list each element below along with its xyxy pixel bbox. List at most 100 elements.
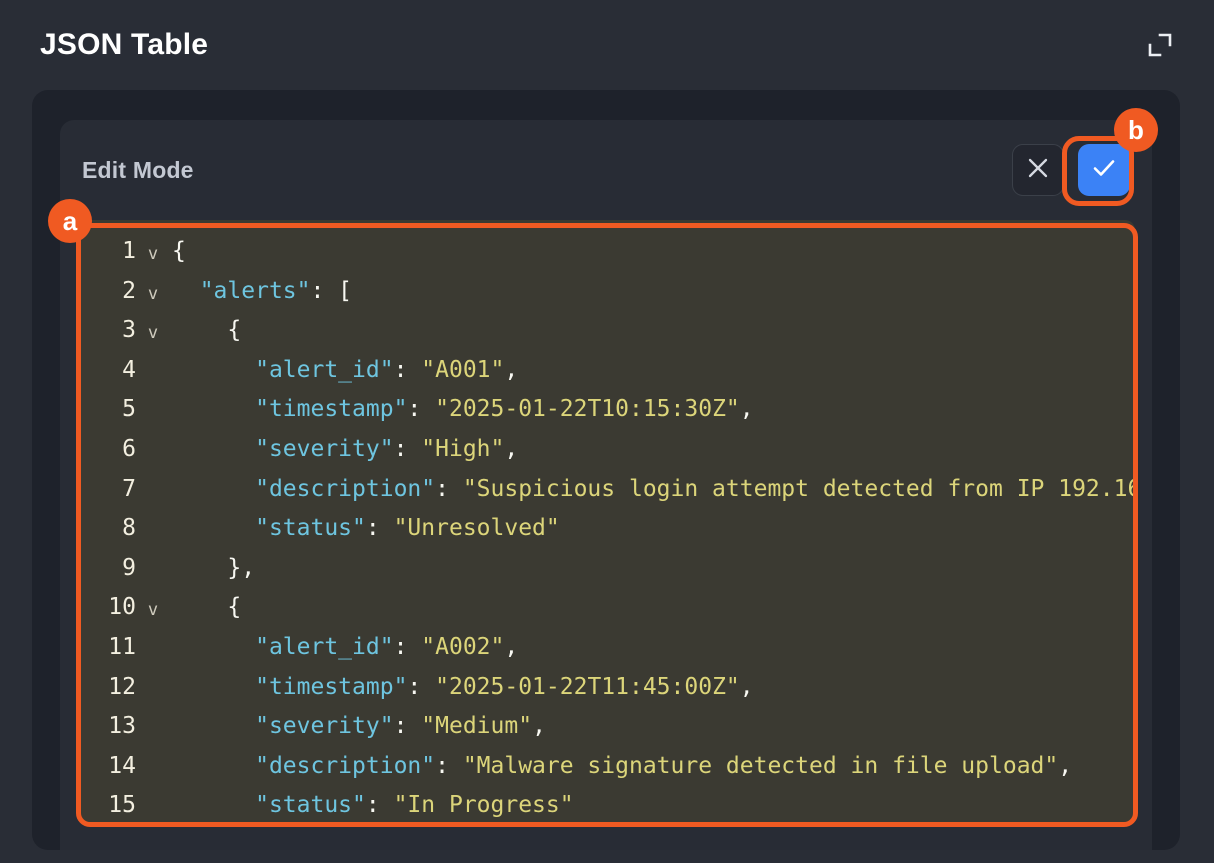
edit-panel-header: Edit Mode — [60, 120, 1152, 220]
code-token-pun: : — [366, 515, 394, 541]
line-number: 11 — [80, 628, 138, 668]
line-number: 1 — [80, 232, 138, 272]
code-line-text: "alert_id": "A001", — [168, 351, 1135, 391]
edit-panel-actions — [1012, 144, 1130, 196]
annotation-badge-b: b — [1114, 108, 1158, 152]
code-token-pun — [172, 396, 255, 422]
code-token-str: "A002" — [421, 634, 504, 660]
collapse-corners-icon — [1145, 30, 1175, 60]
code-line-text: }, — [168, 549, 1135, 589]
code-token-pun — [172, 476, 255, 502]
code-token-key: "description" — [255, 753, 435, 779]
code-token-str: "In Progress" — [394, 792, 574, 818]
code-token-key: "timestamp" — [255, 396, 407, 422]
code-token-str: "Unresolved" — [394, 515, 560, 541]
code-line[interactable]: 5 "timestamp": "2025-01-22T10:15:30Z", — [80, 390, 1135, 430]
annotation-badge-a: a — [48, 199, 92, 243]
code-line[interactable]: 6 "severity": "High", — [80, 430, 1135, 470]
code-token-pun: : — [435, 476, 463, 502]
fold-chevron-icon[interactable]: v — [138, 311, 168, 355]
code-line[interactable]: 8 "status": "Unresolved" — [80, 509, 1135, 549]
code-line[interactable]: 7 "description": "Suspicious login attem… — [80, 470, 1135, 510]
code-line[interactable]: 11 "alert_id": "A002", — [80, 628, 1135, 668]
code-token-str: "Malware signature detected in file uplo… — [463, 753, 1058, 779]
code-token-pun: , — [504, 634, 518, 660]
code-token-pun — [172, 357, 255, 383]
code-token-str: "2025-01-22T10:15:30Z" — [435, 396, 740, 422]
code-token-pun: { — [172, 317, 241, 343]
code-line-text: { — [168, 232, 1135, 272]
code-line[interactable]: 4 "alert_id": "A001", — [80, 351, 1135, 391]
fold-chevron-icon[interactable]: v — [138, 588, 168, 632]
line-number: 12 — [80, 668, 138, 708]
code-token-key: "alert_id" — [255, 357, 393, 383]
code-token-pun — [172, 278, 200, 304]
code-token-pun: : — [366, 792, 394, 818]
code-token-str: "High" — [421, 436, 504, 462]
close-x-icon — [1025, 155, 1051, 186]
code-line[interactable]: 1v{ — [80, 232, 1135, 272]
cancel-edit-button[interactable] — [1012, 144, 1064, 196]
line-number: 7 — [80, 470, 138, 510]
code-line-list: 1v{2v "alerts": [3v {4 "alert_id": "A001… — [80, 220, 1135, 824]
code-token-pun: : — [407, 674, 435, 700]
code-line-text: "status": "In Progress" — [168, 786, 1135, 824]
code-line-text: "alerts": [ — [168, 272, 1135, 312]
code-token-pun: : — [394, 634, 422, 660]
code-token-str: "Suspicious login attempt detected from … — [463, 476, 1135, 502]
code-token-pun — [172, 436, 255, 462]
fold-chevron-icon[interactable]: v — [138, 232, 168, 276]
code-line-text: "alert_id": "A002", — [168, 628, 1135, 668]
json-code-editor[interactable]: 1v{2v "alerts": [3v {4 "alert_id": "A001… — [80, 220, 1135, 824]
code-token-pun: : — [394, 436, 422, 462]
code-token-pun — [172, 753, 255, 779]
code-token-pun: }, — [172, 555, 255, 581]
code-line-text: "status": "Unresolved" — [168, 509, 1135, 549]
code-line[interactable]: 12 "timestamp": "2025-01-22T11:45:00Z", — [80, 668, 1135, 708]
code-token-pun: , — [1058, 753, 1072, 779]
code-line-text: { — [168, 588, 1135, 628]
code-token-pun: : — [394, 357, 422, 383]
code-token-key: "severity" — [255, 713, 393, 739]
edit-mode-title: Edit Mode — [82, 157, 194, 184]
code-token-key: "alert_id" — [255, 634, 393, 660]
code-line[interactable]: 9 }, — [80, 549, 1135, 589]
code-line-text: "description": "Suspicious login attempt… — [168, 470, 1135, 510]
code-token-pun: , — [504, 357, 518, 383]
code-token-pun: { — [172, 594, 241, 620]
line-number: 9 — [80, 549, 138, 589]
code-token-pun — [172, 792, 255, 818]
code-line[interactable]: 15 "status": "In Progress" — [80, 786, 1135, 824]
code-token-key: "description" — [255, 476, 435, 502]
code-token-str: "2025-01-22T11:45:00Z" — [435, 674, 740, 700]
code-token-pun — [172, 674, 255, 700]
code-token-str: "Medium" — [421, 713, 532, 739]
json-table-card: Edit Mode — [32, 90, 1180, 850]
code-token-pun — [172, 713, 255, 739]
code-token-key: "timestamp" — [255, 674, 407, 700]
code-token-pun: , — [504, 436, 518, 462]
code-token-key: "status" — [255, 515, 366, 541]
line-number: 5 — [80, 390, 138, 430]
code-line[interactable]: 13 "severity": "Medium", — [80, 707, 1135, 747]
collapse-corners-button[interactable] — [1140, 25, 1180, 65]
line-number: 10 — [80, 588, 138, 628]
code-line[interactable]: 14 "description": "Malware signature det… — [80, 747, 1135, 787]
code-token-pun: : — [435, 753, 463, 779]
code-line[interactable]: 10v { — [80, 588, 1135, 628]
code-token-str: "A001" — [421, 357, 504, 383]
line-number: 14 — [80, 747, 138, 787]
confirm-edit-button[interactable] — [1078, 144, 1130, 196]
code-line[interactable]: 2v "alerts": [ — [80, 272, 1135, 312]
line-number: 13 — [80, 707, 138, 747]
fold-chevron-icon[interactable]: v — [138, 272, 168, 316]
code-token-pun: , — [740, 396, 754, 422]
code-line[interactable]: 3v { — [80, 311, 1135, 351]
code-token-pun — [172, 515, 255, 541]
code-token-pun: , — [740, 674, 754, 700]
line-number: 15 — [80, 786, 138, 824]
code-line-text: "description": "Malware signature detect… — [168, 747, 1135, 787]
line-number: 3 — [80, 311, 138, 351]
code-token-key: "status" — [255, 792, 366, 818]
check-icon — [1090, 154, 1118, 187]
